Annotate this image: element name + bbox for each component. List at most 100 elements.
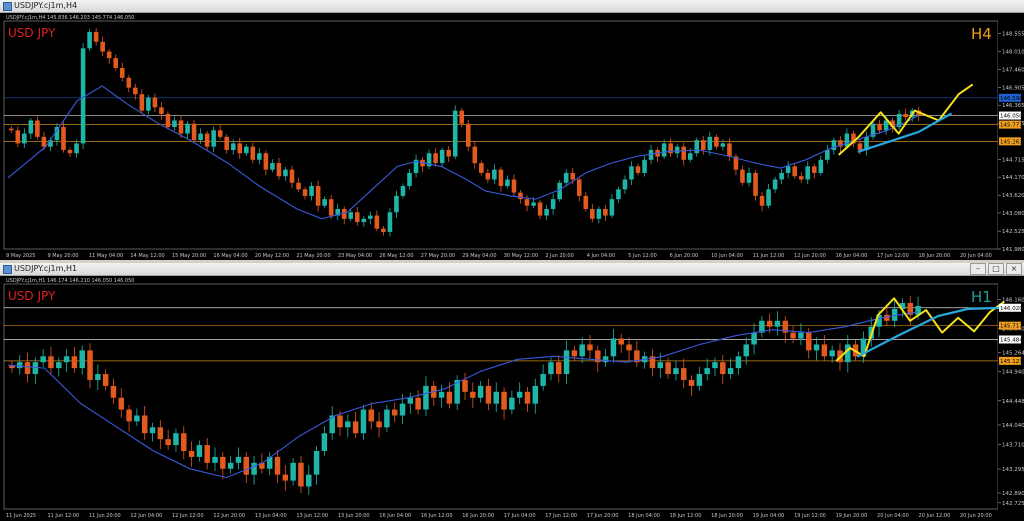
candle-body xyxy=(257,153,262,160)
candle-body xyxy=(798,176,804,180)
y-tick-label: 144.715 xyxy=(1002,157,1024,163)
y-tick-label: 143.295 xyxy=(1002,467,1024,473)
candle-body xyxy=(360,409,367,434)
candle-body xyxy=(805,332,812,351)
candle-body xyxy=(352,421,359,434)
candle-body xyxy=(133,87,138,95)
timeframe-label: H1 xyxy=(971,288,992,306)
candle-body xyxy=(759,195,765,206)
candle-body xyxy=(244,146,249,154)
candle-body xyxy=(48,140,53,147)
candle-body xyxy=(452,110,458,157)
x-tick-label: 12 Jun 20:00 xyxy=(213,513,245,519)
candle-body xyxy=(79,350,85,369)
minimize-button[interactable]: – xyxy=(970,263,986,275)
candle-body xyxy=(688,379,695,386)
candle-body xyxy=(557,182,562,200)
price-label: 145.123 xyxy=(1000,359,1023,365)
candle-body xyxy=(139,94,145,111)
candle-body xyxy=(518,192,523,200)
chart-window-h1[interactable]: USDJPY.cj1m,H1 – □ × USDJPY.cj1m,H1 146.… xyxy=(0,263,1024,521)
candle-body xyxy=(609,199,615,216)
maximize-button[interactable]: □ xyxy=(988,263,1004,275)
candle-body xyxy=(596,208,602,219)
candle-body xyxy=(570,172,576,180)
candle-body xyxy=(118,397,125,410)
x-tick-label: 18 Jun 20:00 xyxy=(711,513,743,519)
candle-body xyxy=(657,362,664,369)
candle-body xyxy=(290,462,296,481)
candle-body xyxy=(548,362,554,375)
x-tick-label: 13 Jun 12:00 xyxy=(296,513,328,519)
candle-body xyxy=(87,31,92,49)
candle-body xyxy=(540,374,546,386)
candle-body xyxy=(198,133,203,141)
y-tick-label: 146.365 xyxy=(1002,103,1024,109)
candle-body xyxy=(707,136,713,150)
candle-body xyxy=(63,356,70,363)
candle-body xyxy=(224,136,229,150)
close-button[interactable]: × xyxy=(1006,263,1022,275)
x-tick-label: 14 May 12:00 xyxy=(130,253,164,259)
symbol-label: USD JPY xyxy=(8,26,56,40)
candle-body xyxy=(71,356,78,369)
candle-body xyxy=(165,113,171,128)
x-tick-label: 27 May 20:00 xyxy=(421,253,455,259)
candle-body xyxy=(173,433,179,446)
candle-body xyxy=(751,332,757,345)
candle-body xyxy=(24,362,31,375)
candle-body xyxy=(642,159,647,173)
candle-body xyxy=(159,107,164,114)
candle-body xyxy=(337,415,343,428)
candle-body xyxy=(204,133,210,147)
candle-body xyxy=(746,172,752,183)
candle-body xyxy=(524,199,530,206)
candle-body xyxy=(813,344,820,351)
candle-body xyxy=(590,208,595,219)
x-tick-label: 17 Jun 04:00 xyxy=(504,513,536,519)
price-label: 146.590 xyxy=(1000,96,1023,102)
candle-body xyxy=(185,123,190,134)
candle-body xyxy=(616,189,621,200)
candle-body xyxy=(805,166,811,180)
candle-body xyxy=(54,127,60,141)
candlestick-chart-h4[interactable]: USDJPY.cj1m,H4 145.836 146.203 145.774 1… xyxy=(0,13,1024,260)
candle-body xyxy=(511,179,517,193)
x-tick-label: 5 Jun 12:00 xyxy=(628,253,657,259)
price-label: 146.020 xyxy=(1000,306,1023,312)
candle-body xyxy=(740,169,745,183)
x-tick-label: 18 Jun 12:00 xyxy=(670,513,702,519)
candle-body xyxy=(825,149,830,160)
candle-body xyxy=(583,195,589,209)
candle-body xyxy=(446,391,453,404)
x-tick-label: 16 Jun 04:00 xyxy=(836,253,868,259)
candle-body xyxy=(204,445,210,463)
candle-body xyxy=(172,120,177,128)
candle-body xyxy=(766,320,773,327)
chart-window-h4[interactable]: USDJPY.cj1m,H4 USDJPY.cj1m,H4 145.836 14… xyxy=(0,0,1024,260)
x-tick-label: 16 Jun 12:00 xyxy=(421,513,453,519)
candle-body xyxy=(322,199,327,206)
candle-body xyxy=(181,433,187,451)
y-tick-label: 148.555 xyxy=(1002,31,1024,37)
price-label: 145.263 xyxy=(1000,139,1023,145)
candle-body xyxy=(766,189,771,206)
window-titlebar[interactable]: USDJPY.cj1m,H1 – □ × xyxy=(0,263,1024,276)
candle-body xyxy=(704,368,710,375)
candle-body xyxy=(661,143,667,157)
y-tick-label: 146.160 xyxy=(1002,297,1024,303)
candle-body xyxy=(544,208,549,216)
y-tick-label: 144.040 xyxy=(1002,423,1024,429)
candle-body xyxy=(829,350,835,357)
x-tick-label: 13 Jun 20:00 xyxy=(338,513,370,519)
price-label: 145.773 xyxy=(1000,123,1023,129)
candle-body xyxy=(629,166,634,180)
candlestick-chart-h1[interactable]: USDJPY.cj1m,H1 146.174 146.210 146.050 1… xyxy=(0,276,1024,521)
y-tick-label: 143.080 xyxy=(1002,211,1024,217)
candle-body xyxy=(472,146,478,164)
y-tick-label: 147.460 xyxy=(1002,67,1024,73)
window-titlebar[interactable]: USDJPY.cj1m,H4 xyxy=(0,0,1024,13)
candle-body xyxy=(415,397,421,410)
candle-body xyxy=(283,169,288,177)
y-tick-label: 144.448 xyxy=(1002,399,1024,405)
